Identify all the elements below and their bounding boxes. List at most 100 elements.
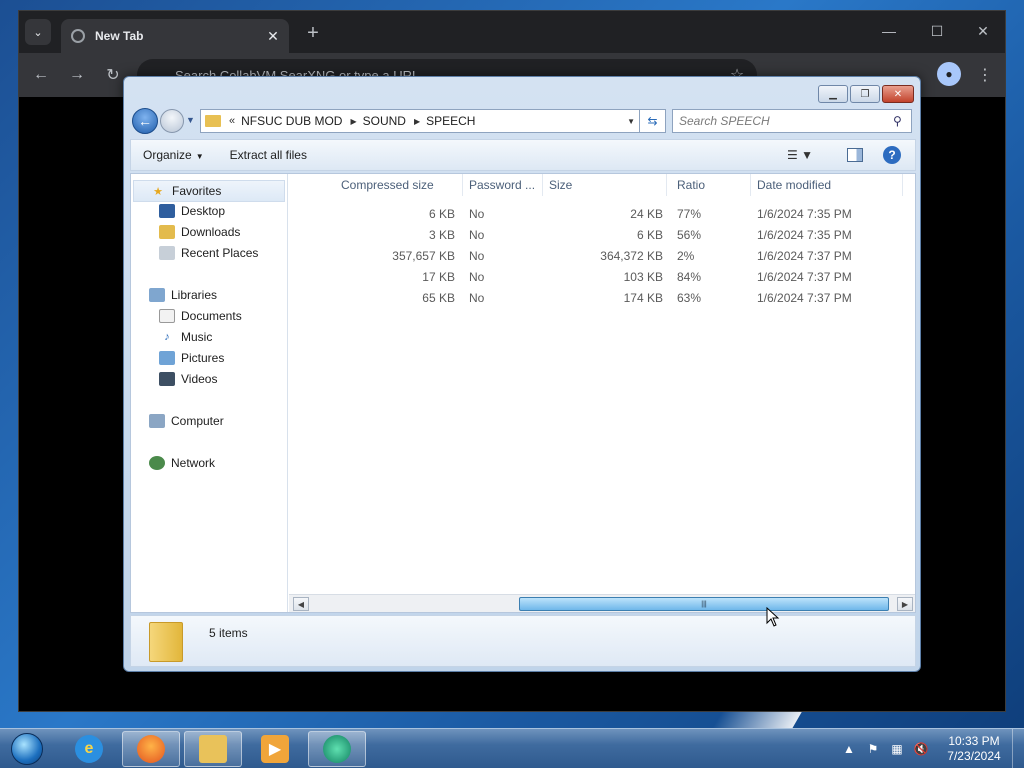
navigation-bar: ← ▼ « NFSUC DUB MOD ▶ SOUND ▶ SPEECH ▼ ⇆… <box>130 107 916 135</box>
cell-modified: 1/6/2024 7:37 PM <box>757 291 852 305</box>
back-button[interactable]: ← <box>29 63 53 87</box>
table-row[interactable]: 3 KB No 6 KB 56% 1/6/2024 7:35 PM <box>289 225 909 245</box>
scroll-left-icon[interactable]: ◀ <box>293 597 309 611</box>
cell-ratio: 84% <box>677 270 702 284</box>
address-bar[interactable]: « NFSUC DUB MOD ▶ SOUND ▶ SPEECH ▼ <box>200 109 640 133</box>
show-desktop-button[interactable] <box>1012 729 1024 768</box>
item-count: 5 items <box>209 626 248 640</box>
libraries-icon <box>149 288 165 302</box>
cell-modified: 1/6/2024 7:37 PM <box>757 270 852 284</box>
minimize-button[interactable]: — <box>869 19 909 43</box>
horizontal-scrollbar[interactable]: ◀ ||| ▶ <box>289 594 915 612</box>
nav-documents[interactable]: Documents <box>159 309 242 323</box>
nav-computer[interactable]: Computer <box>149 414 224 428</box>
computer-icon <box>149 414 165 428</box>
help-icon[interactable]: ? <box>883 146 901 164</box>
organize-label: Organize <box>143 148 192 162</box>
tab-search-button[interactable]: ⌄ <box>25 19 51 45</box>
search-icon: ⚲ <box>893 114 902 128</box>
music-icon: ♪ <box>164 331 170 343</box>
action-center-flag-icon[interactable]: ⚑ <box>864 740 882 758</box>
cell-password: No <box>469 228 485 242</box>
cell-password: No <box>469 249 485 263</box>
show-hidden-icons-icon[interactable]: ▲ <box>840 740 858 758</box>
start-button[interactable] <box>6 729 48 768</box>
clock-time: 10:33 PM <box>948 734 1000 748</box>
cell-ratio: 56% <box>677 228 702 242</box>
nav-music[interactable]: ♪ Music <box>159 330 212 344</box>
preview-pane-icon[interactable] <box>847 148 863 162</box>
nav-network[interactable]: Network <box>149 456 215 470</box>
tab-new-tab[interactable]: New Tab ✕ <box>61 19 289 53</box>
breadcrumb-separator-icon[interactable]: ▶ <box>350 117 356 126</box>
nav-computer-label: Computer <box>171 414 224 428</box>
taskbar-file-explorer[interactable] <box>184 731 242 767</box>
back-button[interactable]: ← <box>132 108 158 134</box>
desktop-icon <box>159 204 175 218</box>
search-input[interactable]: Search SPEECH <box>679 114 893 128</box>
cell-ratio: 63% <box>677 291 702 305</box>
scroll-right-icon[interactable]: ▶ <box>897 597 913 611</box>
new-tab-button[interactable]: + <box>301 21 325 45</box>
taskbar-media-player[interactable]: ▶ <box>246 731 304 767</box>
cell-modified: 1/6/2024 7:37 PM <box>757 249 852 263</box>
table-row[interactable]: 6 KB No 24 KB 77% 1/6/2024 7:35 PM <box>289 204 909 224</box>
table-row[interactable]: 65 KB No 174 KB 63% 1/6/2024 7:37 PM <box>289 288 909 308</box>
address-dropdown-icon[interactable]: ▼ <box>627 117 635 126</box>
search-box[interactable]: Search SPEECH ⚲ <box>672 109 912 133</box>
table-row[interactable]: 357,657 KB No 364,372 KB 2% 1/6/2024 7:37 PM <box>289 246 909 266</box>
refresh-button[interactable]: ⇆ <box>640 109 666 133</box>
command-bar: Organize ▼ Extract all files ☰ ▼ ? <box>130 139 916 171</box>
minimize-button[interactable]: ▁ <box>818 85 848 103</box>
volume-muted-icon[interactable]: 🔇 <box>912 740 930 758</box>
plus-icon: + <box>307 21 319 44</box>
breadcrumb-speech[interactable]: SPEECH <box>426 114 475 128</box>
folder-icon <box>149 622 183 662</box>
details-pane: 5 items <box>130 615 916 667</box>
close-icon[interactable]: ✕ <box>263 26 283 46</box>
taskbar-app[interactable] <box>308 731 366 767</box>
maximize-button[interactable]: ☐ <box>917 19 957 43</box>
table-row[interactable]: 17 KB No 103 KB 84% 1/6/2024 7:37 PM <box>289 267 909 287</box>
organize-button[interactable]: Organize ▼ <box>143 148 204 162</box>
chevron-down-icon: ⌄ <box>33 26 43 39</box>
column-compressed-size[interactable]: Compressed size <box>337 174 463 196</box>
nav-libraries-label: Libraries <box>171 288 218 302</box>
close-window-button[interactable]: ✕ <box>963 19 1003 43</box>
nav-music-label: Music <box>181 330 213 344</box>
nav-downloads[interactable]: Downloads <box>159 225 240 239</box>
arrow-left-icon: ← <box>33 66 49 83</box>
breadcrumb-nfsuc[interactable]: NFSUC DUB MOD <box>241 114 342 128</box>
column-ratio[interactable]: Ratio <box>673 174 751 196</box>
change-view-button[interactable]: ☰ ▼ <box>787 148 813 162</box>
network-tray-icon[interactable]: ▦ <box>888 740 906 758</box>
taskbar-internet-explorer[interactable]: e <box>60 731 118 767</box>
nav-desktop[interactable]: Desktop <box>159 204 225 218</box>
column-date-modified[interactable]: Date modified <box>753 174 903 196</box>
address-overflow[interactable]: « <box>229 115 235 127</box>
close-button[interactable]: ✕ <box>882 85 914 103</box>
scrollbar-thumb[interactable]: ||| <box>519 597 889 611</box>
minimize-icon: — <box>882 23 896 39</box>
breadcrumb-sound[interactable]: SOUND <box>363 114 406 128</box>
nav-libraries[interactable]: Libraries <box>149 288 217 302</box>
column-password[interactable]: Password ... <box>465 174 543 196</box>
taskbar-firefox[interactable] <box>122 731 180 767</box>
more-vertical-icon[interactable]: ⋮ <box>973 63 997 87</box>
forward-button[interactable] <box>160 109 184 133</box>
restore-button[interactable]: ❐ <box>850 85 880 103</box>
nav-recent-places[interactable]: Recent Places <box>159 246 258 260</box>
nav-favorites-label: Favorites <box>172 184 222 198</box>
clock[interactable]: 10:33 PM 7/23/2024 <box>944 734 1004 764</box>
profile-icon[interactable]: ● <box>937 62 961 86</box>
reload-button[interactable]: ↻ <box>101 63 125 87</box>
extract-all-button[interactable]: Extract all files <box>230 148 307 162</box>
recent-pages-dropdown[interactable]: ▼ <box>186 115 195 125</box>
nav-pictures-label: Pictures <box>181 351 225 365</box>
column-size[interactable]: Size <box>545 174 667 196</box>
nav-pictures[interactable]: Pictures <box>159 351 224 365</box>
breadcrumb-separator-icon[interactable]: ▶ <box>414 117 420 126</box>
nav-videos[interactable]: Videos <box>159 372 217 386</box>
nav-favorites[interactable]: ★ Favorites <box>133 180 285 202</box>
forward-button[interactable]: → <box>65 63 89 87</box>
